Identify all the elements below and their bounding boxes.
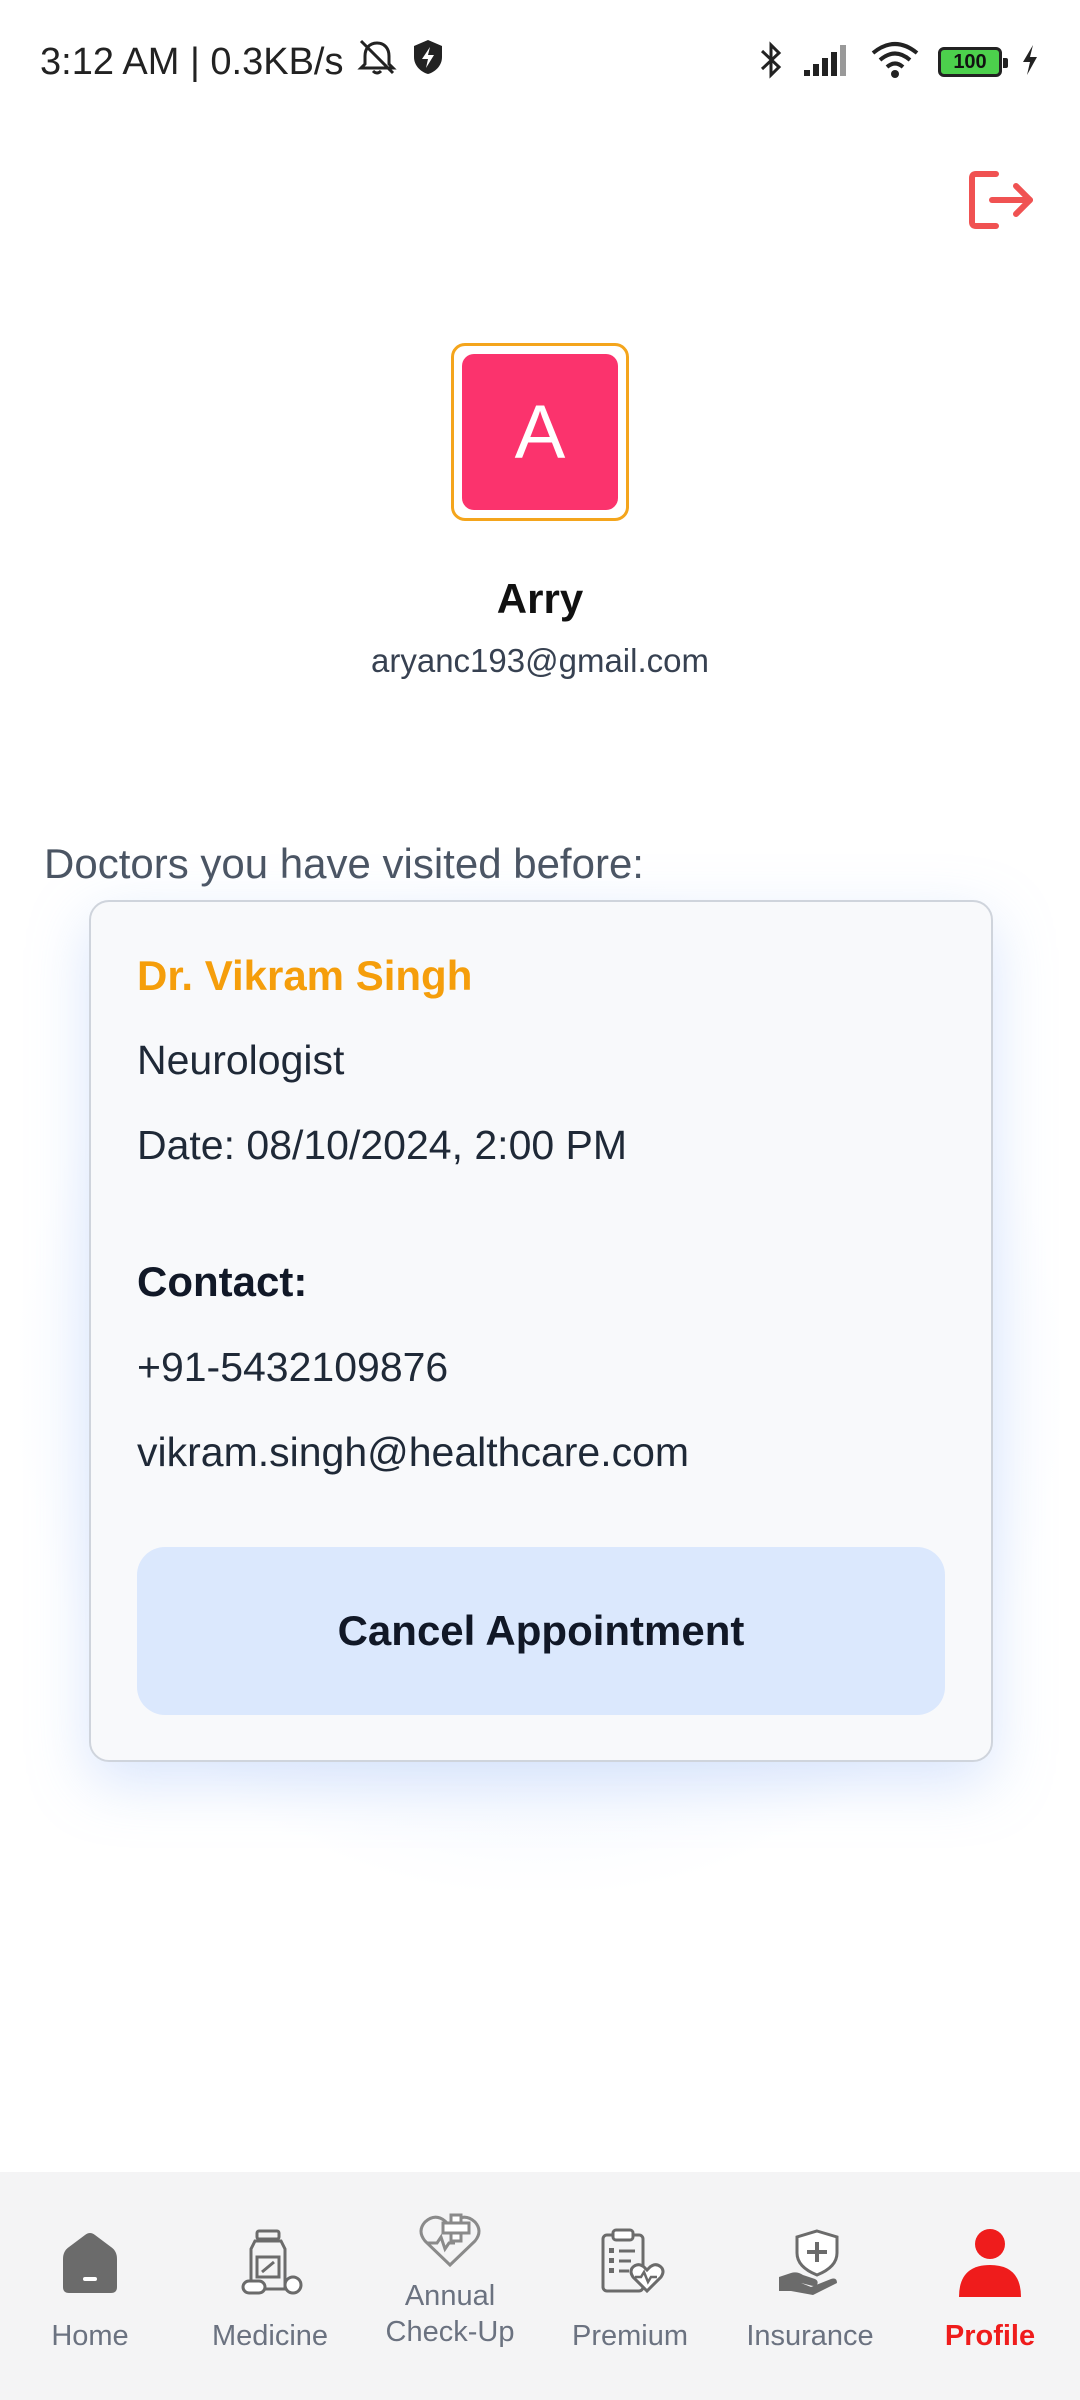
doctor-card: Dr. Vikram Singh Neurologist Date: 08/10… bbox=[89, 900, 993, 1762]
user-name: Arry bbox=[496, 575, 584, 622]
contact-phone: +91-5432109876 bbox=[137, 1344, 449, 1390]
cancel-appointment-button[interactable]: Cancel Appointment bbox=[137, 1547, 945, 1715]
status-left: 3:12 AM | 0.3KB/s bbox=[40, 37, 445, 87]
charging-icon bbox=[1020, 43, 1040, 82]
logout-icon bbox=[969, 171, 1033, 229]
doctor-name: Dr. Vikram Singh bbox=[137, 952, 473, 999]
status-right: 100 bbox=[758, 39, 1040, 86]
nav-insurance-label: Insurance bbox=[746, 2320, 874, 2352]
user-email: aryanc193@gmail.com bbox=[371, 642, 709, 679]
status-time: 3:12 AM | 0.3KB/s bbox=[40, 40, 344, 83]
contact-email: vikram.singh@healthcare.com bbox=[137, 1429, 690, 1475]
status-bar: 3:12 AM | 0.3KB/s 100 bbox=[0, 0, 1080, 124]
wifi-icon bbox=[870, 41, 920, 84]
avatar-frame[interactable]: A bbox=[451, 343, 629, 521]
shield-bolt-icon bbox=[411, 38, 445, 86]
logout-button[interactable] bbox=[962, 160, 1042, 240]
nav-insurance[interactable]: Insurance bbox=[720, 2172, 900, 2400]
nav-annual-label-line1: Annual bbox=[404, 2280, 496, 2312]
nav-premium[interactable]: Premium bbox=[540, 2172, 720, 2400]
nav-medicine[interactable]: Medicine bbox=[180, 2172, 360, 2400]
nav-annual-label-line2: Check-Up bbox=[385, 2316, 515, 2348]
bell-muted-icon bbox=[355, 37, 399, 87]
bluetooth-icon bbox=[758, 39, 784, 86]
medicine-icon bbox=[230, 2222, 310, 2302]
clipboard-heart-icon bbox=[590, 2222, 670, 2302]
nav-profile-label: Profile bbox=[944, 2320, 1036, 2352]
nav-home[interactable]: Home bbox=[0, 2172, 180, 2400]
home-icon bbox=[50, 2222, 130, 2302]
nav-premium-label: Premium bbox=[571, 2320, 688, 2352]
bottom-nav: Home Medicine Annual Check-Up Premium In… bbox=[0, 2172, 1080, 2400]
cell-signal-icon bbox=[802, 42, 852, 83]
nav-medicine-label: Medicine bbox=[211, 2320, 329, 2352]
nav-profile[interactable]: Profile bbox=[900, 2172, 1080, 2400]
contact-label: Contact: bbox=[137, 1258, 308, 1305]
doctor-specialty: Neurologist bbox=[137, 1037, 345, 1083]
shield-hand-icon bbox=[770, 2222, 850, 2302]
nav-home-label: Home bbox=[51, 2320, 129, 2352]
nav-annual-checkup[interactable]: Annual Check-Up bbox=[360, 2172, 540, 2400]
profile-screen: 3:12 AM | 0.3KB/s 100 A Arry aryanc193@g… bbox=[0, 0, 1080, 2400]
person-icon bbox=[950, 2222, 1030, 2302]
battery-indicator: 100 bbox=[938, 47, 1008, 77]
heart-checkup-icon bbox=[410, 2208, 490, 2274]
avatar: A bbox=[462, 354, 618, 510]
appointment-date: Date: 08/10/2024, 2:00 PM bbox=[137, 1122, 628, 1168]
